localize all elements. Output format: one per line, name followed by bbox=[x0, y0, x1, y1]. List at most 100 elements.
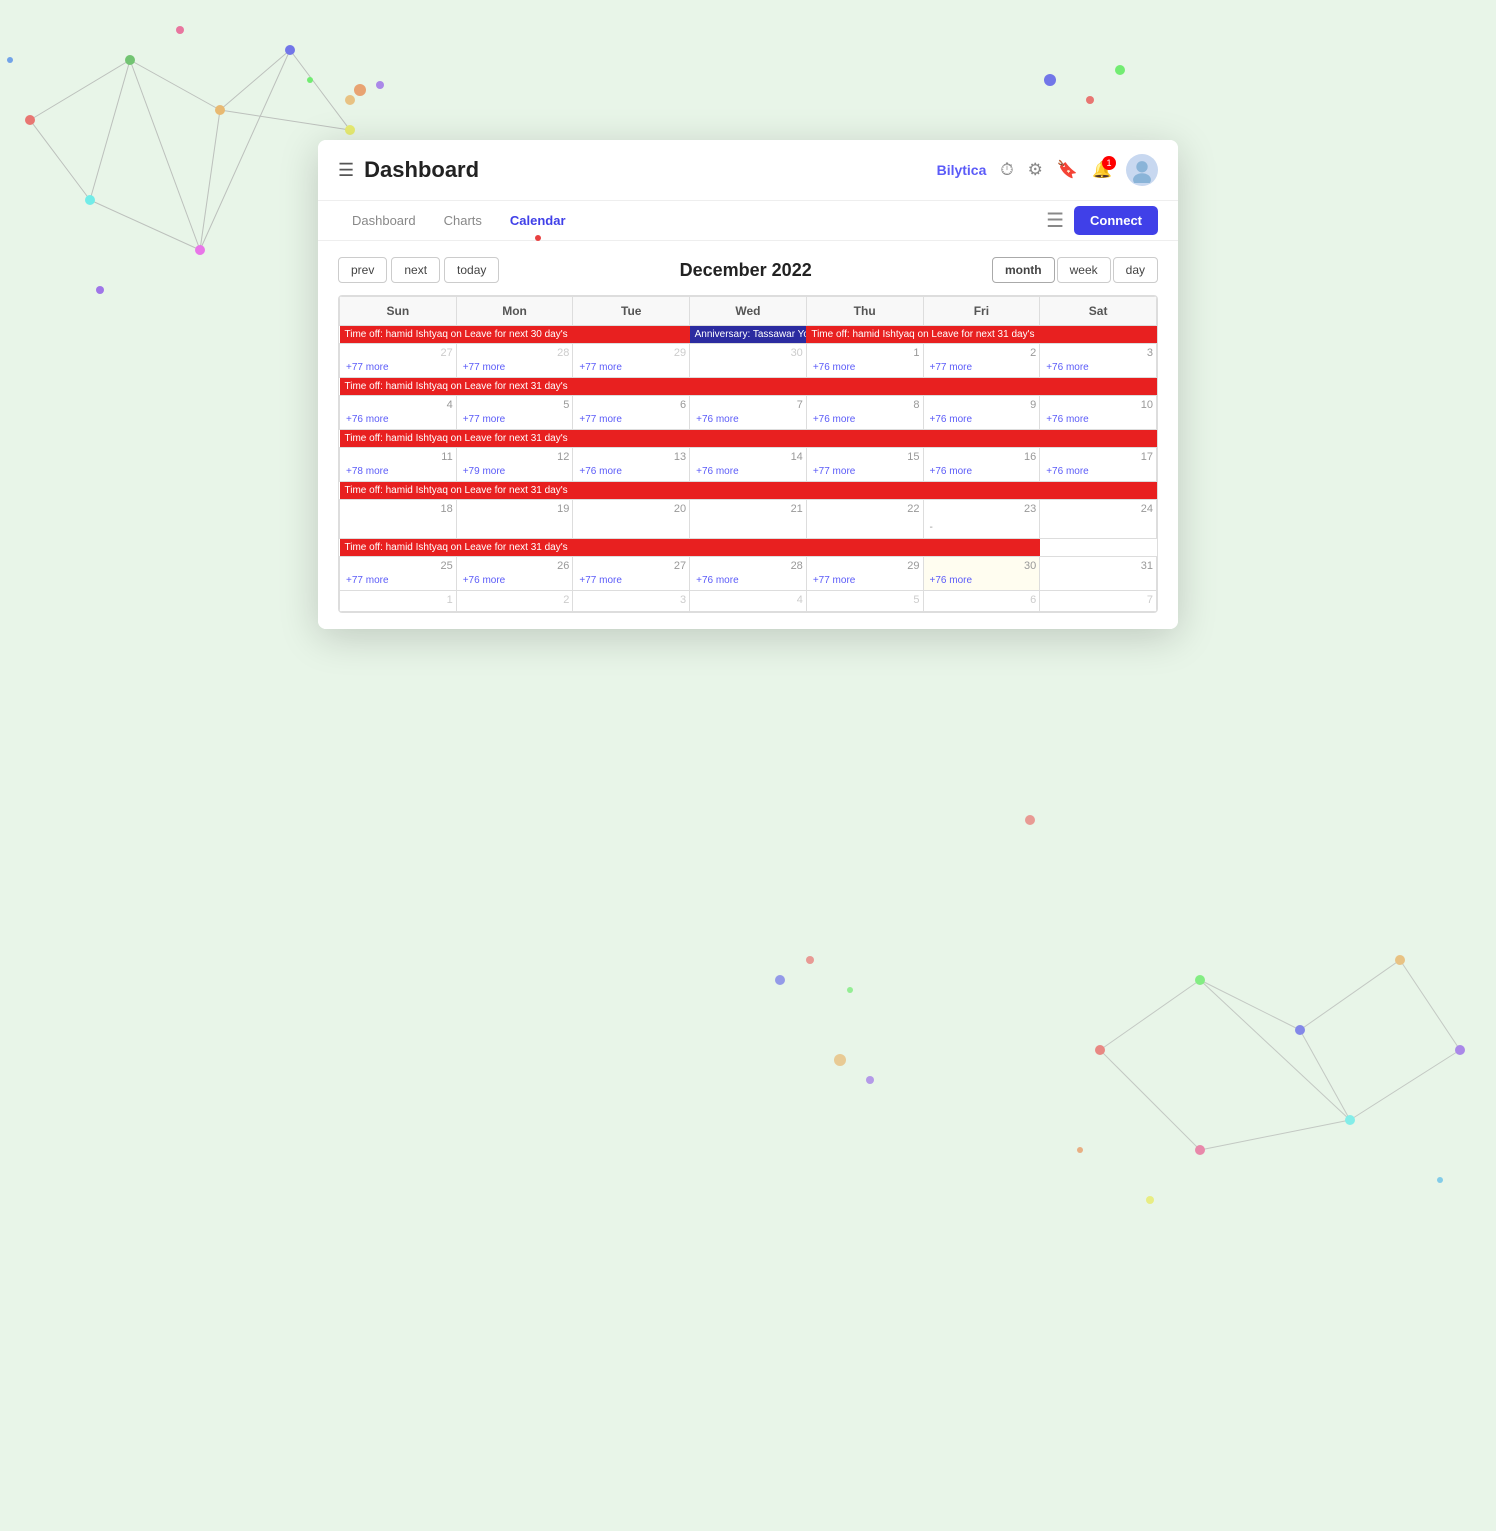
more-link[interactable]: +76 more bbox=[693, 413, 803, 426]
table-row: 11 +78 more 12 +79 more 13 +76 more 14 bbox=[340, 448, 1157, 482]
day-number: 29 bbox=[576, 347, 686, 359]
day-number: 30 bbox=[927, 560, 1037, 572]
tab-calendar[interactable]: Calendar bbox=[496, 201, 580, 240]
more-link[interactable]: +77 more bbox=[810, 574, 920, 587]
dash-marker: - bbox=[927, 521, 936, 534]
day-number: 12 bbox=[460, 451, 570, 463]
app-window: ☰ Dashboard Bilytica ⏱ ⚙ 🔖 🔔 1 Dashboard… bbox=[318, 140, 1178, 629]
cell-jan2: 2 bbox=[456, 591, 573, 612]
day-number: 4 bbox=[693, 594, 803, 606]
header: ☰ Dashboard Bilytica ⏱ ⚙ 🔖 🔔 1 bbox=[318, 140, 1178, 201]
day-number: 19 bbox=[460, 503, 570, 515]
table-row: 27 +77 more 28 +77 more 29 +77 more 30 bbox=[340, 344, 1157, 378]
day-number: 30 bbox=[693, 347, 803, 359]
header-thu: Thu bbox=[806, 297, 923, 326]
event-bar-week5-red[interactable]: Time off: hamid Ishtyaq on Leave for nex… bbox=[340, 539, 924, 556]
more-link[interactable]: +77 more bbox=[460, 413, 570, 426]
more-link[interactable]: +77 more bbox=[460, 361, 570, 374]
more-link[interactable]: +76 more bbox=[1043, 465, 1153, 478]
cell-dec7: 7 +76 more bbox=[690, 396, 807, 430]
more-link[interactable]: +76 more bbox=[460, 574, 570, 587]
more-link[interactable]: +76 more bbox=[927, 574, 1037, 587]
cell-jan3: 3 bbox=[573, 591, 690, 612]
avatar[interactable] bbox=[1126, 154, 1158, 186]
event-bar-week1-red2[interactable]: Time off: hamid Ishtyaq on Leave for nex… bbox=[806, 326, 1156, 343]
header-mon: Mon bbox=[456, 297, 573, 326]
day-number: 3 bbox=[576, 594, 686, 606]
more-link[interactable]: +76 more bbox=[810, 361, 920, 374]
more-link[interactable]: +79 more bbox=[460, 465, 570, 478]
more-link[interactable]: +76 more bbox=[343, 413, 453, 426]
week-view-button[interactable]: week bbox=[1057, 257, 1111, 283]
header-tue: Tue bbox=[573, 297, 690, 326]
cell-dec5: 5 +77 more bbox=[456, 396, 573, 430]
more-link[interactable]: +76 more bbox=[927, 465, 1037, 478]
day-number: 11 bbox=[343, 451, 453, 463]
more-link[interactable]: +77 more bbox=[343, 574, 453, 587]
day-view-button[interactable]: day bbox=[1113, 257, 1158, 283]
tab-charts[interactable]: Charts bbox=[430, 201, 496, 240]
event-bar-week5-red2[interactable] bbox=[923, 539, 1040, 556]
next-button[interactable]: next bbox=[391, 257, 440, 283]
more-link[interactable]: +77 more bbox=[927, 361, 1037, 374]
day-number: 6 bbox=[576, 399, 686, 411]
cell-dec30: 30 +76 more bbox=[923, 557, 1040, 591]
clock-icon[interactable]: ⏱ bbox=[1000, 160, 1013, 180]
cell-dec21: 21 bbox=[690, 500, 807, 539]
cell-dec10: 10 +76 more bbox=[1040, 396, 1157, 430]
connect-button[interactable]: Connect bbox=[1074, 206, 1158, 235]
nav-right: ☰ Connect bbox=[1046, 206, 1158, 235]
day-number: 22 bbox=[810, 503, 920, 515]
cell-dec8: 8 +76 more bbox=[806, 396, 923, 430]
nav-tabs: Dashboard Charts Calendar ☰ Connect bbox=[318, 201, 1178, 241]
more-link[interactable]: +76 more bbox=[1043, 413, 1153, 426]
header-sun: Sun bbox=[340, 297, 457, 326]
day-number: 17 bbox=[1043, 451, 1153, 463]
hamburger-icon[interactable]: ☰ bbox=[338, 160, 354, 181]
day-number: 14 bbox=[693, 451, 803, 463]
more-link[interactable]: +77 more bbox=[810, 465, 920, 478]
cell-dec16: 16 +76 more bbox=[923, 448, 1040, 482]
event-bar-week3[interactable]: Time off: hamid Ishtyaq on Leave for nex… bbox=[340, 430, 1157, 447]
cell-dec6: 6 +77 more bbox=[573, 396, 690, 430]
more-link[interactable]: +76 more bbox=[576, 465, 686, 478]
day-number: 6 bbox=[927, 594, 1037, 606]
menu-icon[interactable]: ☰ bbox=[1046, 208, 1064, 233]
more-link[interactable]: +78 more bbox=[343, 465, 453, 478]
event-bar-week1-blue[interactable]: Anniversary: Tassawar You bbox=[690, 326, 807, 343]
today-button[interactable]: today bbox=[444, 257, 499, 283]
calendar-header-row: Sun Mon Tue Wed Thu Fri Sat bbox=[340, 297, 1157, 326]
more-link[interactable]: +76 more bbox=[693, 574, 803, 587]
tab-dashboard[interactable]: Dashboard bbox=[338, 201, 430, 240]
header-fri: Fri bbox=[923, 297, 1040, 326]
cell-dec13: 13 +76 more bbox=[573, 448, 690, 482]
more-link[interactable]: +77 more bbox=[576, 361, 686, 374]
cell-dec23: 23 - bbox=[923, 500, 1040, 539]
week1-event-row: Time off: hamid Ishtyaq on Leave for nex… bbox=[340, 326, 1157, 344]
more-link[interactable]: +76 more bbox=[927, 413, 1037, 426]
calendar-section: prev next today December 2022 month week… bbox=[318, 241, 1178, 629]
more-link[interactable]: +77 more bbox=[343, 361, 453, 374]
more-link[interactable]: +76 more bbox=[810, 413, 920, 426]
notification-badge: 1 bbox=[1102, 156, 1116, 170]
table-row: Time off: hamid Ishtyaq on Leave for nex… bbox=[340, 378, 1157, 396]
nav-buttons: prev next today bbox=[338, 257, 499, 283]
event-bar-week4[interactable]: Time off: hamid Ishtyaq on Leave for nex… bbox=[340, 482, 1157, 499]
prev-button[interactable]: prev bbox=[338, 257, 387, 283]
cell-nov27: 27 +77 more bbox=[340, 344, 457, 378]
more-link[interactable]: +77 more bbox=[576, 574, 686, 587]
bookmark-icon[interactable]: 🔖 bbox=[1057, 160, 1078, 180]
view-buttons: month week day bbox=[992, 257, 1158, 283]
day-number: 3 bbox=[1043, 347, 1153, 359]
day-number: 26 bbox=[460, 560, 570, 572]
day-number: 1 bbox=[810, 347, 920, 359]
gear-icon[interactable]: ⚙ bbox=[1028, 160, 1043, 180]
month-view-button[interactable]: month bbox=[992, 257, 1055, 283]
cell-dec9: 9 +76 more bbox=[923, 396, 1040, 430]
more-link[interactable]: +76 more bbox=[693, 465, 803, 478]
notification-button[interactable]: 🔔 1 bbox=[1092, 160, 1112, 180]
more-link[interactable]: +76 more bbox=[1043, 361, 1153, 374]
event-bar-week1-red1[interactable]: Time off: hamid Ishtyaq on Leave for nex… bbox=[340, 326, 690, 343]
event-bar-week2[interactable]: Time off: hamid Ishtyaq on Leave for nex… bbox=[340, 378, 1157, 395]
more-link[interactable]: +77 more bbox=[576, 413, 686, 426]
